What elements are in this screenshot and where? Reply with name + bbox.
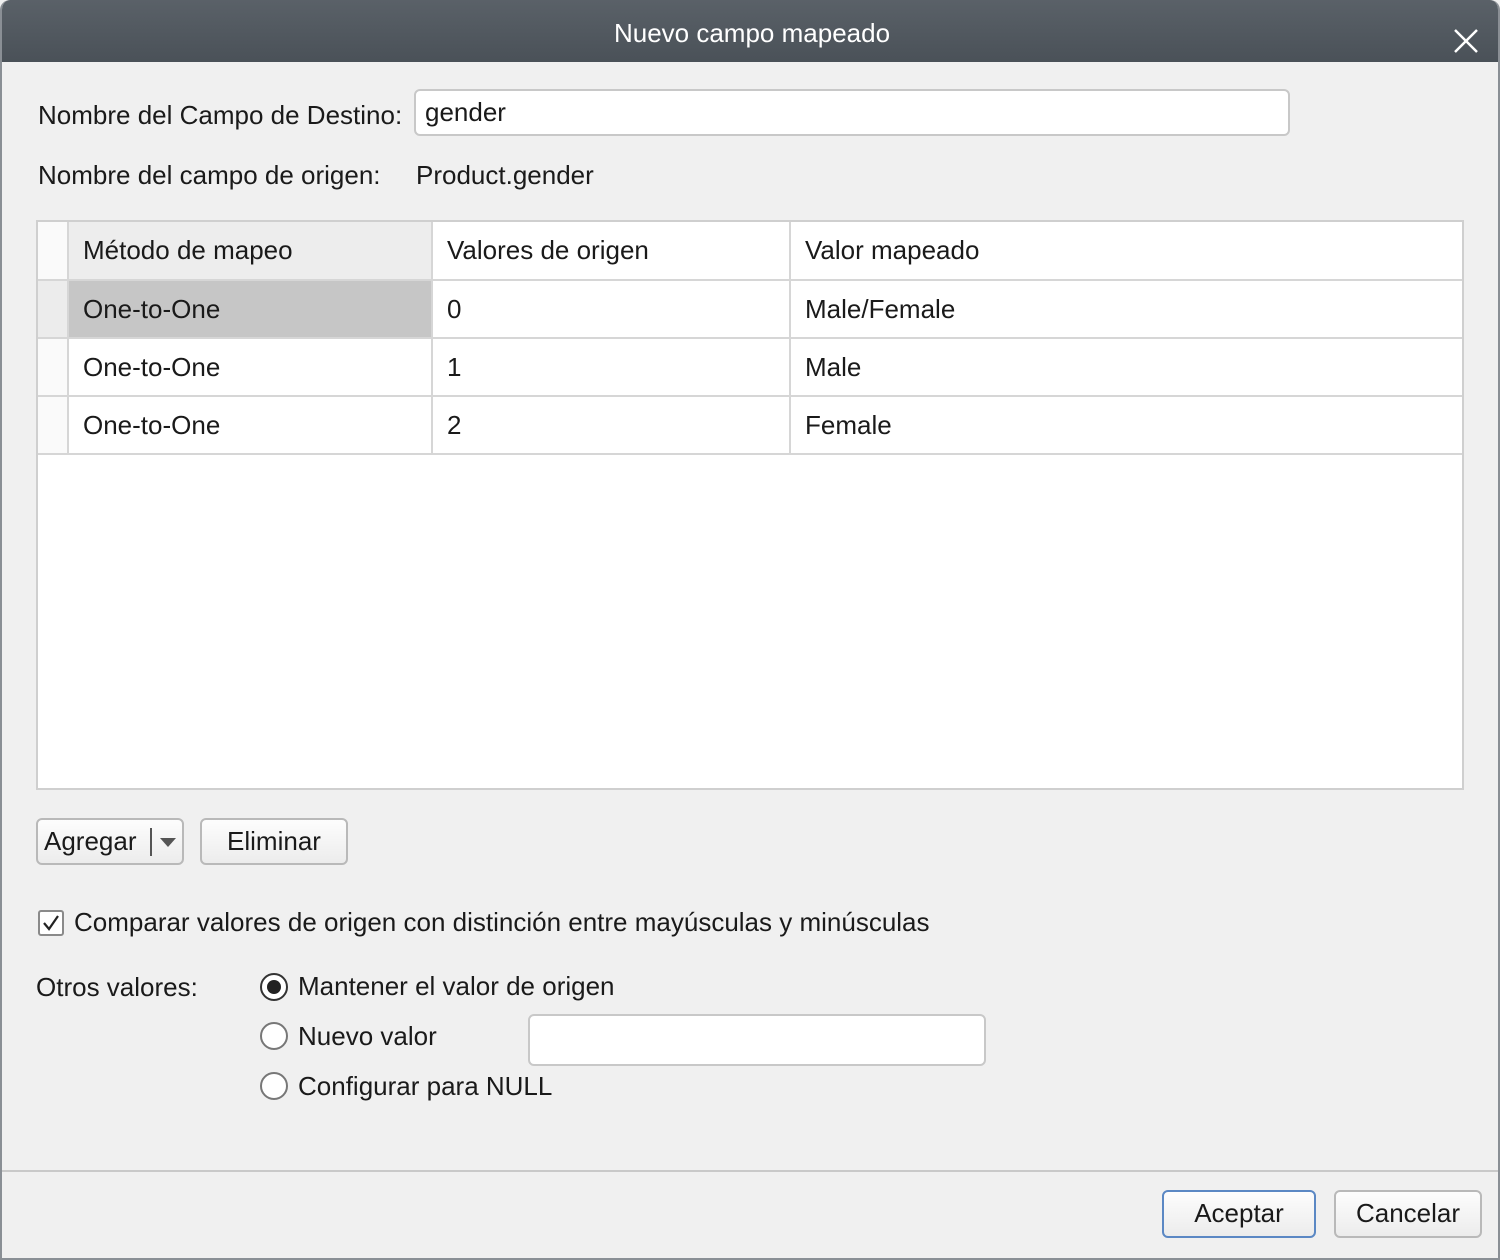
row-header[interactable] <box>38 396 69 455</box>
radio-keep-source[interactable] <box>260 973 288 1001</box>
cell-source-value[interactable]: 0 <box>432 280 791 339</box>
close-icon <box>1454 29 1478 53</box>
dest-field-input[interactable] <box>414 89 1290 136</box>
add-split-button[interactable]: Agregar <box>36 818 184 865</box>
split-separator <box>150 828 152 856</box>
radio-selected-dot-icon <box>267 980 281 994</box>
radio-set-null[interactable] <box>260 1072 288 1100</box>
table-row[interactable]: One-to-One 2 Female <box>38 396 1462 455</box>
cell-source-value[interactable]: 1 <box>432 338 791 397</box>
table-row[interactable]: One-to-One 1 Male <box>38 338 1462 397</box>
dialog-title: Nuevo campo mapeado <box>613 18 891 48</box>
new-value-input[interactable] <box>528 1014 986 1066</box>
chevron-down-icon[interactable] <box>160 838 176 847</box>
radio-keep-source-label[interactable]: Mantener el valor de origen <box>298 971 615 1002</box>
radio-new-value[interactable] <box>260 1022 288 1050</box>
row-header[interactable] <box>38 338 69 397</box>
cell-source-value[interactable]: 2 <box>432 396 791 455</box>
delete-button[interactable]: Eliminar <box>200 818 348 865</box>
case-sensitive-checkbox[interactable] <box>38 910 64 936</box>
column-header-method[interactable]: Método de mapeo <box>68 222 433 281</box>
column-header-source-values[interactable]: Valores de origen <box>432 222 791 281</box>
other-values-label: Otros valores: <box>36 972 198 1002</box>
mapping-grid[interactable]: Método de mapeo Valores de origen Valor … <box>36 220 1464 790</box>
ok-button[interactable]: Aceptar <box>1162 1190 1316 1238</box>
add-button-label: Agregar <box>44 826 137 856</box>
row-header[interactable] <box>38 280 69 339</box>
dest-field-label: Nombre del Campo de Destino: <box>38 100 403 130</box>
checkmark-icon <box>43 915 59 931</box>
title-bar[interactable]: Nuevo campo mapeado <box>2 0 1498 62</box>
cancel-button[interactable]: Cancelar <box>1334 1190 1482 1238</box>
cell-method[interactable]: One-to-One <box>68 280 433 339</box>
mapped-field-dialog: Nuevo campo mapeado Nombre del Campo de … <box>0 0 1500 1260</box>
cell-mapped-value[interactable]: Male/Female <box>790 280 1462 339</box>
column-header-mapped-value[interactable]: Valor mapeado <box>790 222 1462 281</box>
cell-method[interactable]: One-to-One <box>68 396 433 455</box>
case-sensitive-label[interactable]: Comparar valores de origen con distinció… <box>74 907 930 938</box>
footer-divider <box>2 1170 1498 1172</box>
table-row[interactable]: One-to-One 0 Male/Female <box>38 280 1462 339</box>
cell-method[interactable]: One-to-One <box>68 338 433 397</box>
source-field-value: Product.gender <box>416 160 594 190</box>
radio-set-null-label[interactable]: Configurar para NULL <box>298 1071 552 1102</box>
row-header-corner <box>38 222 69 281</box>
cell-mapped-value[interactable]: Female <box>790 396 1462 455</box>
radio-new-value-label[interactable]: Nuevo valor <box>298 1021 437 1052</box>
grid-header-row: Método de mapeo Valores de origen Valor … <box>38 222 1462 281</box>
source-field-label: Nombre del campo de origen: <box>38 160 381 190</box>
close-button[interactable] <box>1450 15 1482 53</box>
cell-mapped-value[interactable]: Male <box>790 338 1462 397</box>
